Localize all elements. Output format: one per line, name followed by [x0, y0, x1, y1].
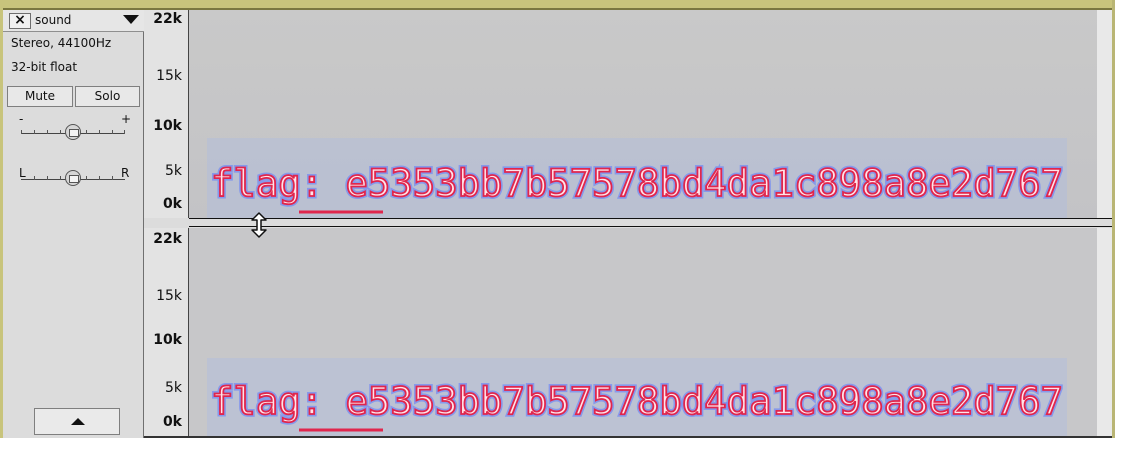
- frequency-ruler-right: 22k 15k 10k 5k 0k: [144, 228, 189, 436]
- track-name[interactable]: sound: [35, 13, 71, 27]
- ruler-label-22k: 22k: [153, 231, 182, 247]
- ruler-label-10k: 10k: [153, 118, 182, 134]
- ruler-label-0k: 0k: [162, 196, 182, 212]
- spectrogram-left-channel[interactable]: flag: e5353bb7b57578bd4da1c898a8e2d767 f…: [189, 10, 1097, 218]
- track-title-bar[interactable]: × sound: [3, 10, 144, 32]
- track-vertical-scroll-strip[interactable]: [1097, 228, 1112, 436]
- pan-slider-thumb[interactable]: [65, 170, 81, 186]
- pan-slider[interactable]: L R: [13, 160, 131, 190]
- audio-track: × sound Stereo, 44100Hz 32-bit float Mut…: [0, 0, 1134, 438]
- pan-right-label: R: [121, 166, 130, 180]
- close-icon[interactable]: ×: [9, 13, 31, 29]
- channel-divider[interactable]: [144, 218, 1112, 228]
- track-control-panel[interactable]: × sound Stereo, 44100Hz 32-bit float Mut…: [3, 10, 144, 438]
- track-bit-depth: 32-bit float: [11, 60, 78, 74]
- gain-slider[interactable]: - +: [13, 112, 132, 144]
- track-focus-border: [0, 0, 1112, 8]
- mute-button[interactable]: Mute: [7, 86, 73, 107]
- frequency-ruler-left: 22k 15k 10k 5k 0k: [144, 10, 189, 218]
- solo-button[interactable]: Solo: [75, 86, 140, 107]
- resize-vertical-icon[interactable]: [248, 212, 270, 238]
- ruler-label-22k: 22k: [153, 11, 182, 27]
- ruler-label-5k: 5k: [164, 380, 182, 396]
- track-focus-border-right: [1112, 0, 1115, 438]
- ruler-label-0k: 0k: [162, 414, 182, 430]
- gain-slider-thumb[interactable]: [65, 124, 81, 140]
- chevron-down-icon[interactable]: [123, 15, 139, 24]
- ruler-label-15k: 15k: [156, 68, 182, 84]
- track-vertical-scroll-strip[interactable]: [1097, 10, 1112, 218]
- ruler-label-10k: 10k: [153, 332, 182, 348]
- track-format: Stereo, 44100Hz: [11, 36, 112, 50]
- spectrogram-right-channel[interactable]: flag: e5353bb7b57578bd4da1c898a8e2d767 f…: [189, 228, 1097, 436]
- ruler-label-15k: 15k: [156, 288, 182, 304]
- ruler-label-5k: 5k: [164, 163, 182, 179]
- spectrogram-text-overlay: flag: e5353bb7b57578bd4da1c898a8e2d767: [211, 162, 1063, 205]
- gain-plus-label: +: [121, 112, 132, 126]
- collapse-button[interactable]: [34, 408, 120, 435]
- track-bottom-border: [144, 436, 1112, 438]
- gain-minus-label: -: [19, 112, 24, 126]
- pan-left-label: L: [19, 166, 26, 180]
- spectrogram-text-overlay: flag: e5353bb7b57578bd4da1c898a8e2d767: [211, 380, 1063, 423]
- collapse-up-icon: [71, 418, 85, 425]
